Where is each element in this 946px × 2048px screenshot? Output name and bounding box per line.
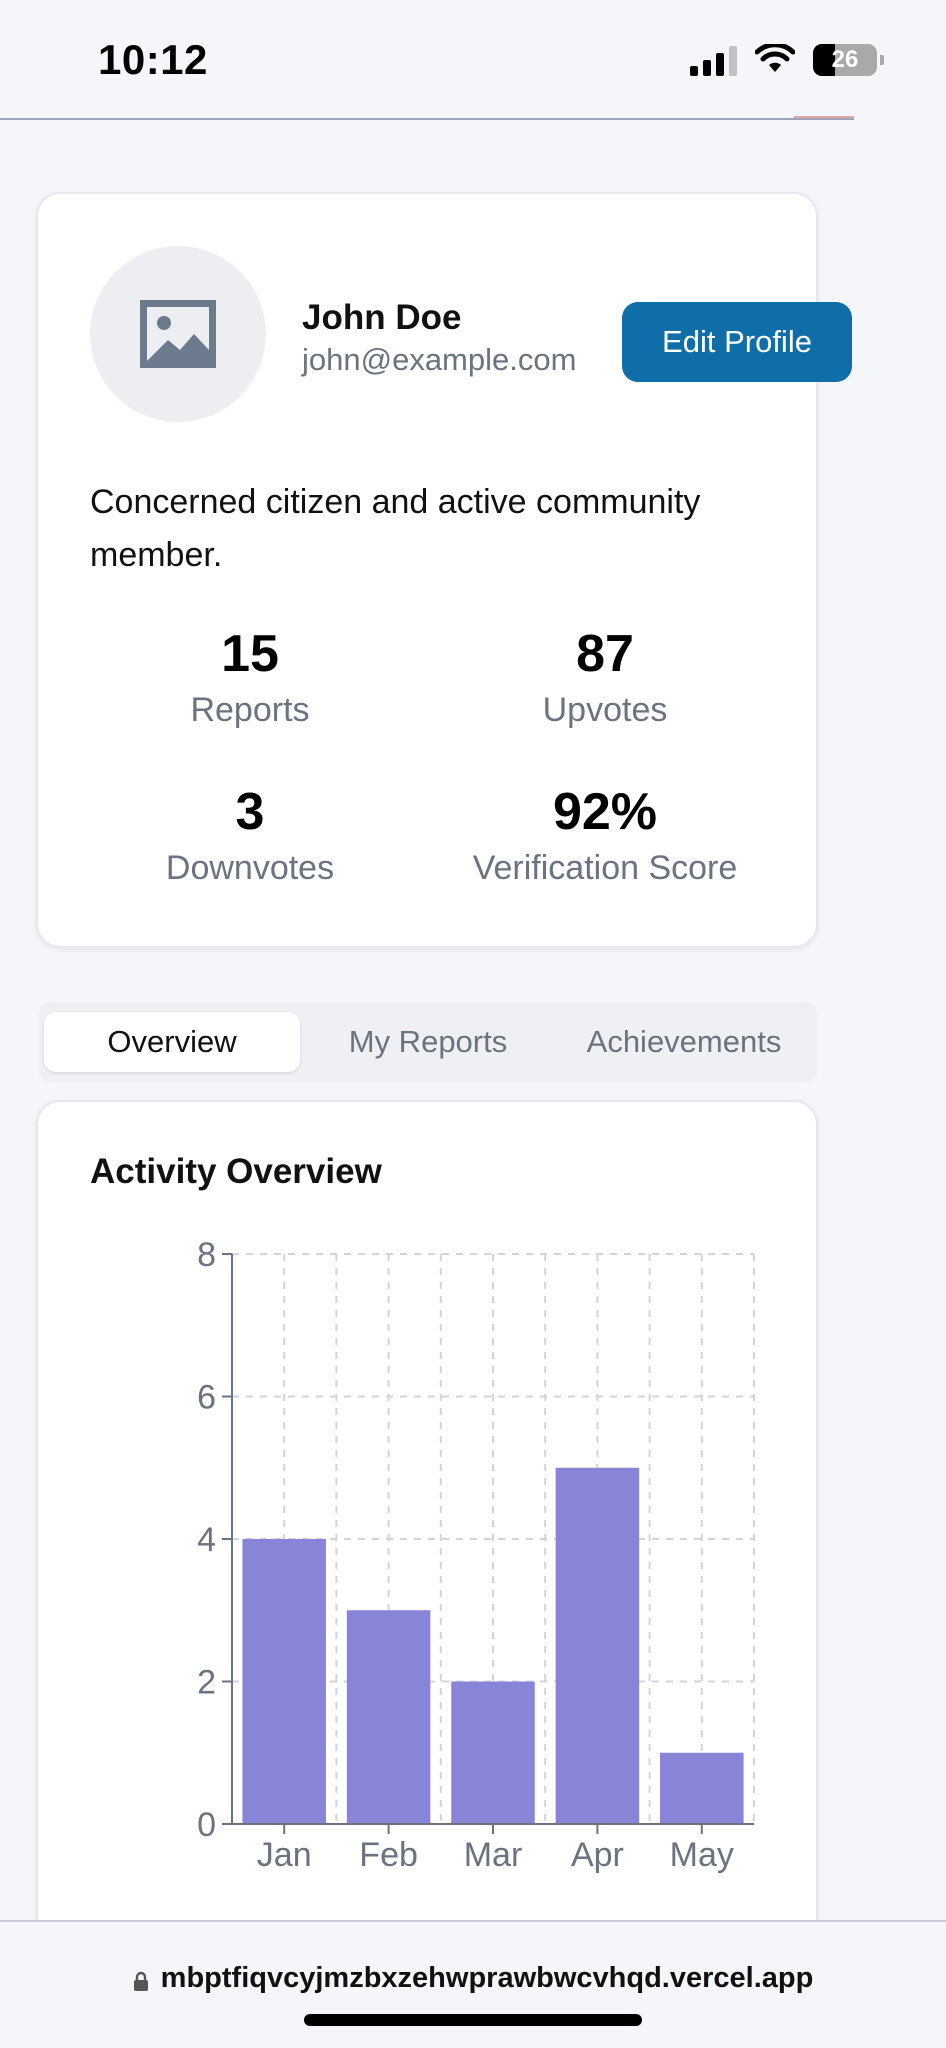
chart-bar [555, 1467, 640, 1824]
x-tick-label: Jan [257, 1836, 312, 1874]
x-tick-label: May [670, 1836, 734, 1874]
stat-verification-score: 92% Verification Score [425, 782, 785, 888]
stat-label: Upvotes [542, 691, 668, 729]
stat-value: 92% [552, 783, 658, 841]
url-text: mbptfiqvcyjmzbxzehwprawbwcvhqd.vercel.ap… [160, 1962, 814, 1994]
activity-bar-chart: 0 2 4 6 8 Jan Feb Mar Apr May [197, 1236, 755, 1874]
stat-value: 3 [235, 783, 265, 841]
stat-reports: 15 Reports [70, 624, 430, 730]
user-name: John Doe [302, 298, 462, 337]
tab-overview[interactable]: Overview [44, 1012, 300, 1072]
chart-bar [451, 1681, 535, 1824]
stat-value: 15 [221, 625, 279, 683]
edit-profile-button[interactable]: Edit Profile [622, 302, 852, 382]
status-time: 10:12 [98, 36, 208, 83]
status-icons: 26 [690, 44, 884, 76]
cellular-signal-icon [690, 44, 737, 76]
url-display[interactable]: mbptfiqvcyjmzbxzehwprawbwcvhqd.vercel.ap… [0, 1962, 946, 1995]
home-indicator [304, 2014, 642, 2026]
image-placeholder-icon [140, 300, 216, 368]
x-tick-label: Apr [571, 1836, 624, 1874]
stat-label: Downvotes [165, 849, 335, 887]
status-bar: 10:12 26 [0, 0, 946, 120]
tab-my-reports[interactable]: My Reports [300, 1012, 556, 1072]
chart-bar [242, 1539, 326, 1824]
x-tick-label: Mar [464, 1836, 523, 1874]
stat-label: Reports [190, 691, 310, 729]
battery-icon: 26 [813, 44, 884, 76]
battery-level: 26 [831, 46, 859, 73]
x-tick-label: Feb [359, 1836, 418, 1874]
avatar[interactable] [90, 246, 266, 422]
wifi-icon [755, 44, 795, 72]
stat-downvotes: 3 Downvotes [70, 782, 430, 888]
profile-card: John Doe john@example.com Edit Profile C… [36, 192, 852, 948]
y-tick-label: 0 [197, 1806, 216, 1844]
stat-label: Verification Score [472, 849, 738, 887]
stat-upvotes: 87 Upvotes [425, 624, 785, 730]
chart-bar [346, 1610, 431, 1824]
tab-achievements[interactable]: Achievements [556, 1012, 812, 1072]
chart-bar [660, 1752, 744, 1824]
activity-card: Activity Overview 0 2 4 6 8 Jan Feb Mar Apr May [36, 1100, 818, 2048]
profile-tabs: Overview My Reports Achievements [38, 1002, 818, 1082]
y-tick-label: 6 [197, 1379, 216, 1417]
y-tick-label: 4 [197, 1521, 216, 1559]
y-tick-label: 8 [197, 1236, 216, 1274]
stat-value: 87 [576, 625, 634, 683]
lock-icon [133, 1971, 148, 1991]
y-tick-label: 2 [197, 1664, 216, 1702]
browser-url-bar[interactable]: mbptfiqvcyjmzbxzehwprawbwcvhqd.vercel.ap… [0, 1920, 946, 2048]
user-email: john@example.com [302, 342, 577, 377]
header-divider [0, 116, 854, 120]
user-bio: Concerned citizen and active community m… [90, 483, 701, 574]
